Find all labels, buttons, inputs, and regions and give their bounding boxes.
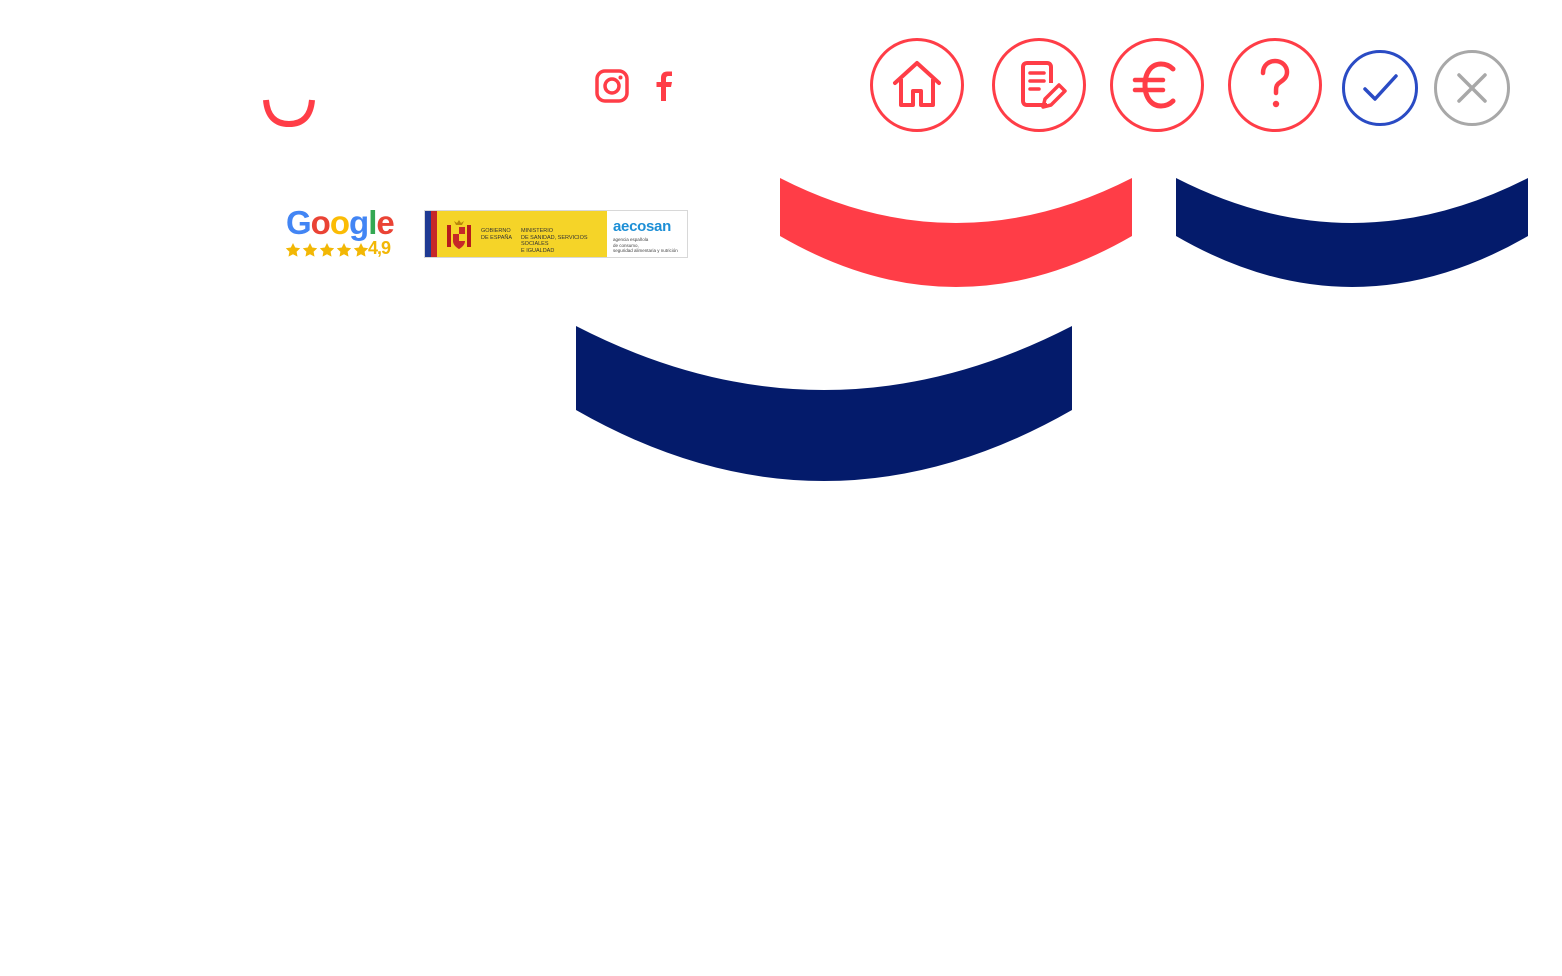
- google-rating-value: 4,9: [368, 238, 391, 258]
- close-icon: [1457, 73, 1487, 103]
- prices-button[interactable]: [1110, 38, 1204, 132]
- ministry-name: MINISTERIO DE SANIDAD, SERVICIOS SOCIALE…: [521, 228, 588, 254]
- google-rating-badge: Google 4,9: [282, 202, 400, 262]
- document-edit-icon: [1021, 61, 1067, 109]
- facebook-icon: [656, 71, 672, 101]
- help-button[interactable]: [1228, 38, 1322, 132]
- aecosan-logo: aecosan agencia española de consumo, seg…: [607, 211, 687, 257]
- checkmark-icon: [1363, 74, 1398, 101]
- rating-stars: [285, 243, 369, 257]
- government-logo: GOBIERNO DE ESPAÑA MINISTERIO DE SANIDAD…: [425, 211, 607, 257]
- navy-arc-decoration-right: [1176, 178, 1528, 287]
- aecosan-wordmark: aecosan: [613, 218, 671, 235]
- instagram-icon: [595, 69, 629, 103]
- red-arc-decoration: [780, 178, 1132, 287]
- home-button[interactable]: [870, 38, 964, 132]
- logo-smile-mark: [263, 99, 315, 128]
- svg-text:Google: Google: [286, 204, 394, 241]
- accept-button[interactable]: [1342, 50, 1418, 126]
- edit-document-button[interactable]: [992, 38, 1086, 132]
- instagram-link[interactable]: [594, 68, 630, 104]
- facebook-link[interactable]: [646, 68, 682, 104]
- question-mark-icon: [1260, 58, 1290, 108]
- spain-coat-of-arms-icon: [447, 220, 471, 249]
- navy-arc-decoration-center: [576, 326, 1072, 481]
- government-name: GOBIERNO DE ESPAÑA: [481, 228, 513, 241]
- spain-flag-stripe: [431, 211, 437, 257]
- aecosan-badge: GOBIERNO DE ESPAÑA MINISTERIO DE SANIDAD…: [424, 210, 688, 258]
- home-icon: [893, 61, 941, 107]
- euro-icon: [1132, 61, 1176, 109]
- aecosan-subtitle: agencia española de consumo, seguridad a…: [613, 237, 678, 253]
- close-button[interactable]: [1434, 50, 1510, 126]
